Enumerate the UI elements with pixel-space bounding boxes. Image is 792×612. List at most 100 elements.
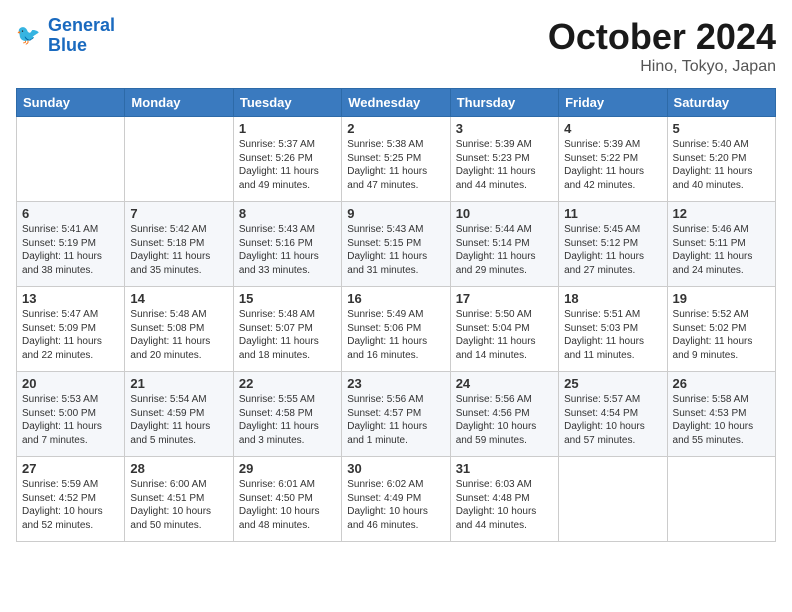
day-info: Sunrise: 5:50 AMSunset: 5:04 PMDaylight:… [456,308,553,362]
day-info: Sunrise: 5:48 AMSunset: 5:07 PMDaylight:… [239,308,336,362]
day-info: Sunrise: 5:52 AMSunset: 5:02 PMDaylight:… [673,308,770,362]
weekday-header-monday: Monday [125,89,233,117]
day-info: Sunrise: 5:43 AMSunset: 5:16 PMDaylight:… [239,223,336,277]
calendar-table: SundayMondayTuesdayWednesdayThursdayFrid… [16,88,776,542]
calendar-week-2: 6 Sunrise: 5:41 AMSunset: 5:19 PMDaylight… [17,202,776,287]
day-number: 15 [239,291,336,306]
day-info: Sunrise: 6:01 AMSunset: 4:50 PMDaylight:… [239,478,336,532]
day-number: 6 [22,206,119,221]
day-info: Sunrise: 5:39 AMSunset: 5:22 PMDaylight:… [564,138,661,192]
month-title-block: October 2024 Hino, Tokyo, Japan [548,16,776,76]
calendar-cell: 10 Sunrise: 5:44 AMSunset: 5:14 PMDayligh… [450,202,558,287]
day-number: 21 [130,376,227,391]
day-number: 16 [347,291,444,306]
day-info: Sunrise: 5:46 AMSunset: 5:11 PMDaylight:… [673,223,770,277]
day-info: Sunrise: 5:41 AMSunset: 5:19 PMDaylight:… [22,223,119,277]
day-info: Sunrise: 5:53 AMSunset: 5:00 PMDaylight:… [22,393,119,447]
calendar-cell: 3Sunrise: 5:39 AMSunset: 5:23 PMDaylight… [450,117,558,202]
day-info: Sunrise: 5:47 AMSunset: 5:09 PMDaylight:… [22,308,119,362]
calendar-cell: 7 Sunrise: 5:42 AMSunset: 5:18 PMDaylight… [125,202,233,287]
day-number: 1 [239,121,336,136]
logo-icon: 🐦 [16,22,44,50]
day-number: 29 [239,461,336,476]
day-info: Sunrise: 5:57 AMSunset: 4:54 PMDaylight:… [564,393,661,447]
calendar-cell: 26 Sunrise: 5:58 AMSunset: 4:53 PMDayligh… [667,372,775,457]
calendar-cell: 28 Sunrise: 6:00 AMSunset: 4:51 PMDayligh… [125,457,233,542]
calendar-cell: 12 Sunrise: 5:46 AMSunset: 5:11 PMDayligh… [667,202,775,287]
weekday-header-friday: Friday [559,89,667,117]
day-number: 12 [673,206,770,221]
page-header: 🐦 General Blue October 2024 Hino, Tokyo,… [16,16,776,76]
logo-text: General Blue [48,16,115,56]
day-number: 23 [347,376,444,391]
weekday-header-tuesday: Tuesday [233,89,341,117]
calendar-week-3: 13 Sunrise: 5:47 AMSunset: 5:09 PMDayligh… [17,287,776,372]
day-info: Sunrise: 5:43 AMSunset: 5:15 PMDaylight:… [347,223,444,277]
day-number: 22 [239,376,336,391]
calendar-cell: 6 Sunrise: 5:41 AMSunset: 5:19 PMDaylight… [17,202,125,287]
logo: 🐦 General Blue [16,16,115,56]
day-number: 4 [564,121,661,136]
day-number: 30 [347,461,444,476]
calendar-cell: 30 Sunrise: 6:02 AMSunset: 4:49 PMDayligh… [342,457,450,542]
day-number: 20 [22,376,119,391]
day-number: 18 [564,291,661,306]
day-info: Sunrise: 5:42 AMSunset: 5:18 PMDaylight:… [130,223,227,277]
day-number: 25 [564,376,661,391]
day-info: Sunrise: 5:56 AMSunset: 4:56 PMDaylight:… [456,393,553,447]
calendar-cell [667,457,775,542]
calendar-cell: 24 Sunrise: 5:56 AMSunset: 4:56 PMDayligh… [450,372,558,457]
day-number: 7 [130,206,227,221]
day-info: Sunrise: 5:48 AMSunset: 5:08 PMDaylight:… [130,308,227,362]
day-number: 19 [673,291,770,306]
weekday-header-wednesday: Wednesday [342,89,450,117]
svg-text:🐦: 🐦 [16,24,40,46]
calendar-week-4: 20 Sunrise: 5:53 AMSunset: 5:00 PMDayligh… [17,372,776,457]
day-info: Sunrise: 5:40 AMSunset: 5:20 PMDaylight:… [673,138,770,192]
calendar-cell: 31 Sunrise: 6:03 AMSunset: 4:48 PMDayligh… [450,457,558,542]
calendar-cell: 13 Sunrise: 5:47 AMSunset: 5:09 PMDayligh… [17,287,125,372]
calendar-cell [17,117,125,202]
day-number: 8 [239,206,336,221]
day-info: Sunrise: 5:49 AMSunset: 5:06 PMDaylight:… [347,308,444,362]
calendar-cell: 29 Sunrise: 6:01 AMSunset: 4:50 PMDayligh… [233,457,341,542]
day-number: 14 [130,291,227,306]
calendar-cell: 4 Sunrise: 5:39 AMSunset: 5:22 PMDaylight… [559,117,667,202]
day-number: 9 [347,206,444,221]
calendar-cell: 17 Sunrise: 5:50 AMSunset: 5:04 PMDayligh… [450,287,558,372]
calendar-cell: 18 Sunrise: 5:51 AMSunset: 5:03 PMDayligh… [559,287,667,372]
day-number: 24 [456,376,553,391]
day-info: Sunrise: 5:38 AMSunset: 5:25 PMDaylight:… [347,138,444,192]
day-number: 11 [564,206,661,221]
calendar-cell: 2Sunrise: 5:38 AMSunset: 5:25 PMDaylight… [342,117,450,202]
calendar-cell: 8 Sunrise: 5:43 AMSunset: 5:16 PMDaylight… [233,202,341,287]
day-info: Sunrise: 5:59 AMSunset: 4:52 PMDaylight:… [22,478,119,532]
day-info: Sunrise: 5:54 AMSunset: 4:59 PMDaylight:… [130,393,227,447]
weekday-header-row: SundayMondayTuesdayWednesdayThursdayFrid… [17,89,776,117]
calendar-cell: 22 Sunrise: 5:55 AMSunset: 4:58 PMDayligh… [233,372,341,457]
calendar-cell: 19 Sunrise: 5:52 AMSunset: 5:02 PMDayligh… [667,287,775,372]
calendar-cell [125,117,233,202]
day-info: Sunrise: 6:02 AMSunset: 4:49 PMDaylight:… [347,478,444,532]
calendar-cell: 20 Sunrise: 5:53 AMSunset: 5:00 PMDayligh… [17,372,125,457]
day-info: Sunrise: 5:58 AMSunset: 4:53 PMDaylight:… [673,393,770,447]
day-info: Sunrise: 5:51 AMSunset: 5:03 PMDaylight:… [564,308,661,362]
calendar-cell: 23 Sunrise: 5:56 AMSunset: 4:57 PMDayligh… [342,372,450,457]
day-info: Sunrise: 5:45 AMSunset: 5:12 PMDaylight:… [564,223,661,277]
day-info: Sunrise: 5:55 AMSunset: 4:58 PMDaylight:… [239,393,336,447]
day-number: 26 [673,376,770,391]
day-info: Sunrise: 5:37 AMSunset: 5:26 PMDaylight:… [239,138,336,192]
day-number: 17 [456,291,553,306]
day-number: 28 [130,461,227,476]
day-number: 31 [456,461,553,476]
calendar-cell: 11 Sunrise: 5:45 AMSunset: 5:12 PMDayligh… [559,202,667,287]
calendar-cell: 14 Sunrise: 5:48 AMSunset: 5:08 PMDayligh… [125,287,233,372]
day-info: Sunrise: 5:56 AMSunset: 4:57 PMDaylight:… [347,393,444,447]
day-info: Sunrise: 6:00 AMSunset: 4:51 PMDaylight:… [130,478,227,532]
day-info: Sunrise: 5:44 AMSunset: 5:14 PMDaylight:… [456,223,553,277]
day-info: Sunrise: 6:03 AMSunset: 4:48 PMDaylight:… [456,478,553,532]
day-info: Sunrise: 5:39 AMSunset: 5:23 PMDaylight:… [456,138,553,192]
day-number: 10 [456,206,553,221]
day-number: 27 [22,461,119,476]
day-number: 13 [22,291,119,306]
